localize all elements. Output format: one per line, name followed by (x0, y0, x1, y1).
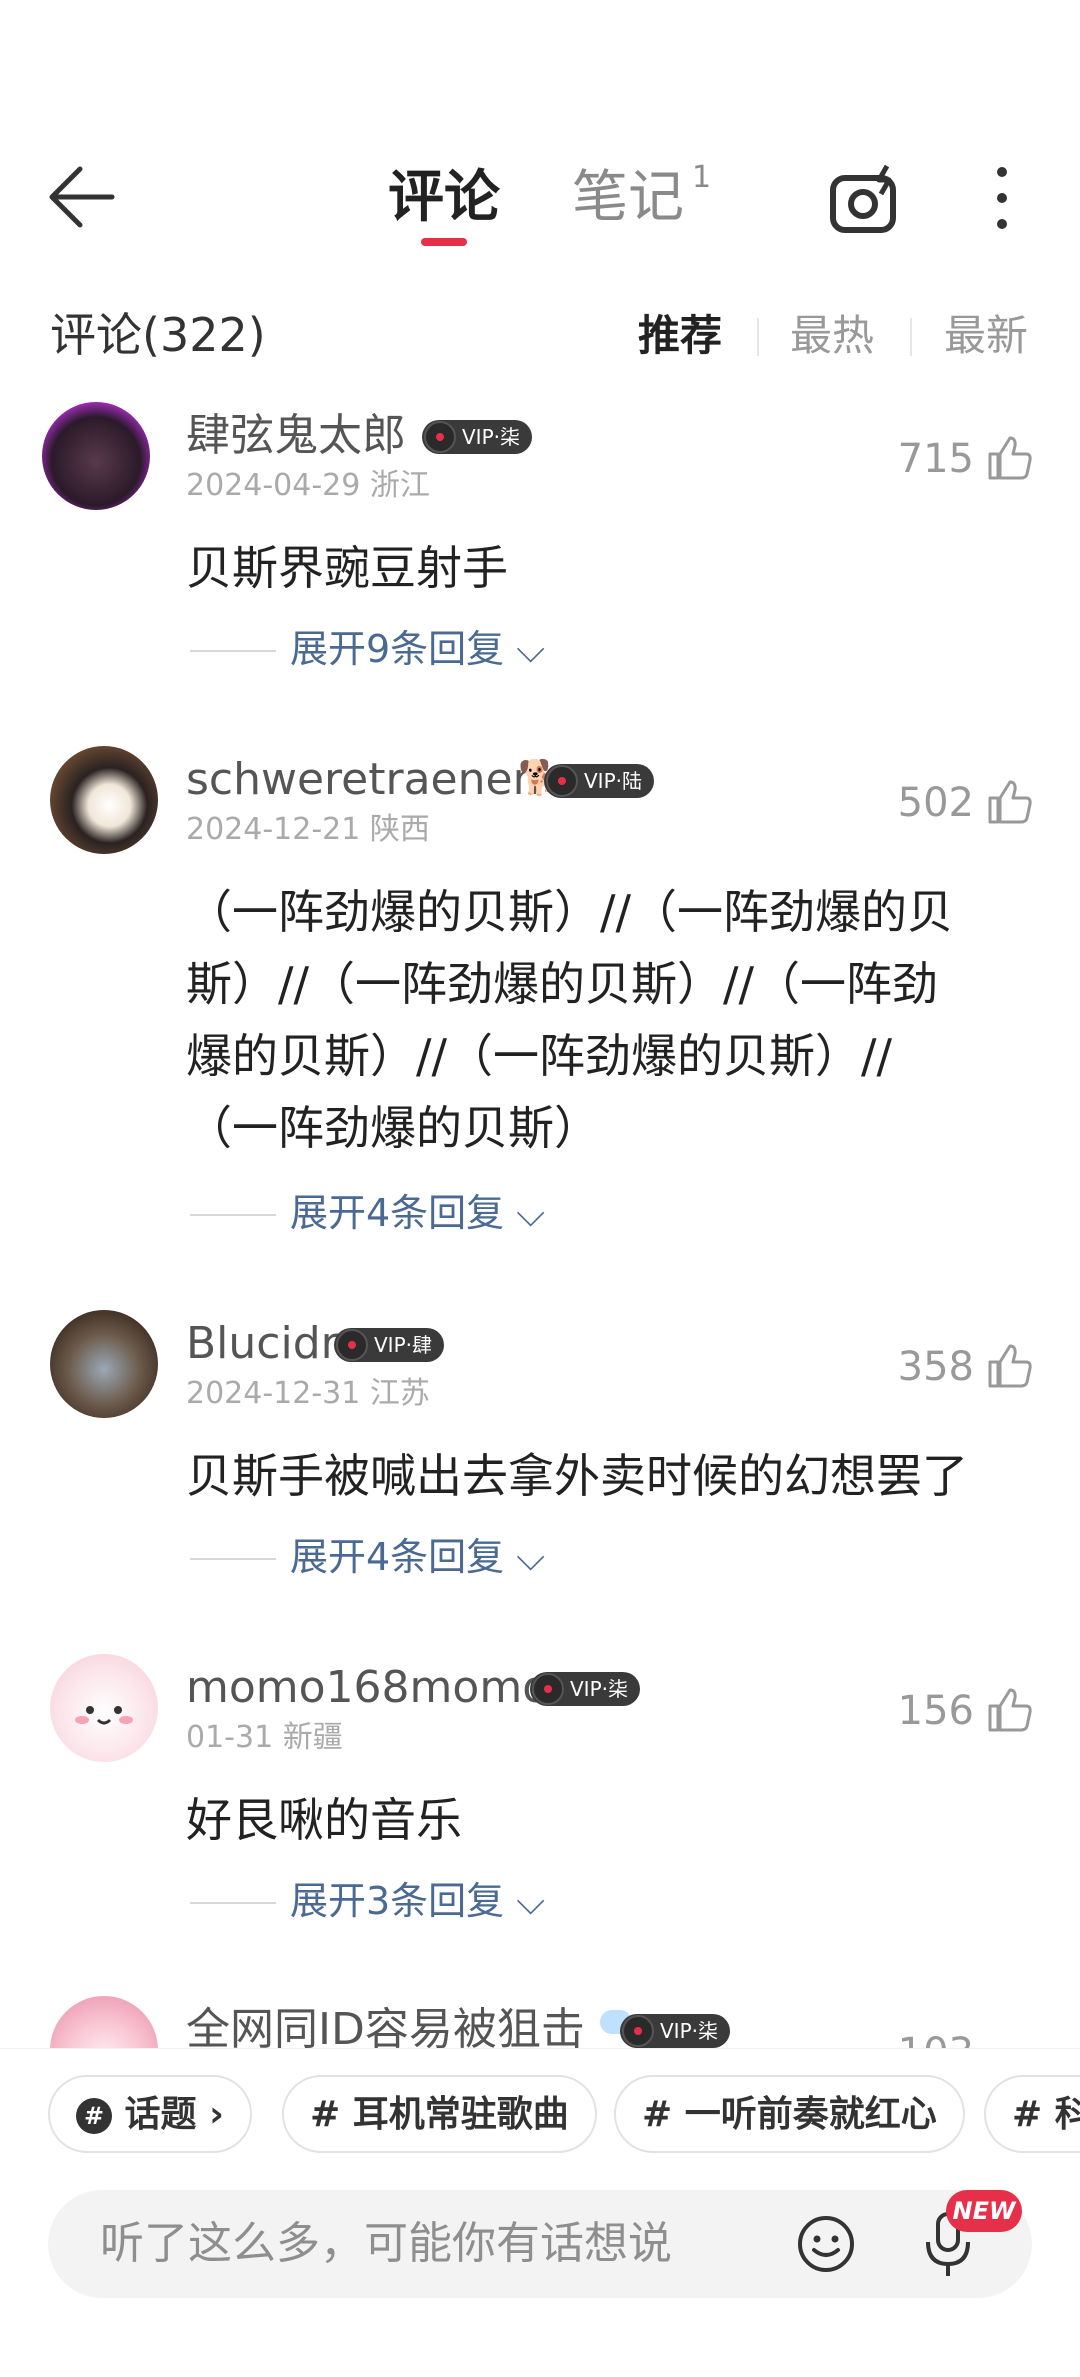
camera-icon (830, 164, 896, 233)
arrow-left-icon (49, 166, 115, 228)
comment-input-placeholder: 听了这么多，可能你有话想说 (100, 2218, 672, 2269)
comment-text: 爆的贝斯）//（一阵劲爆的贝斯）// (186, 1029, 892, 1083)
comment-text: （一阵劲爆的贝斯）//（一阵劲爆的贝 (186, 885, 953, 939)
comment-text: 贝斯界豌豆射手 (186, 541, 508, 595)
username[interactable]: momo168momo (186, 1660, 549, 1716)
comment-count: 评论(322) (50, 308, 266, 362)
tab-comments[interactable]: 评论 (388, 160, 500, 235)
sort-divider (910, 318, 912, 356)
sort-divider (757, 318, 759, 356)
expand-replies-button[interactable]: 展开4条回复 ⌵ (290, 1188, 545, 1238)
like-count: 156 (897, 1688, 974, 1734)
topic-button[interactable]: # 话题 › (48, 2075, 252, 2153)
like-count: 502 (897, 780, 974, 826)
expand-replies-button[interactable]: 展开3条回复 ⌵ (290, 1876, 545, 1926)
username[interactable]: Blucidr (186, 1316, 339, 1372)
avatar[interactable] (50, 1310, 158, 1418)
comment-text: 斯）//（一阵劲爆的贝斯）//（一阵劲 (186, 957, 938, 1011)
vip-badge: VIP·陆 (544, 764, 654, 798)
sort-hot[interactable]: 最热 (790, 308, 874, 364)
thumbs-up-icon[interactable] (986, 434, 1034, 482)
sort-recommended[interactable]: 推荐 (638, 308, 722, 364)
vip-badge: VIP·柒 (530, 1672, 640, 1706)
vinyl-disc-icon (532, 1673, 564, 1705)
sort-newest[interactable]: 最新 (944, 308, 1028, 364)
tab-notes[interactable]: 笔记 (572, 160, 684, 235)
expand-replies-button[interactable]: 展开9条回复 ⌵ (290, 624, 545, 674)
like-count: 715 (897, 436, 974, 482)
vinyl-disc-icon (546, 765, 578, 797)
back-button[interactable] (40, 160, 130, 235)
comment-text: 好艮啾的音乐 (186, 1793, 462, 1847)
vinyl-disc-icon (336, 1329, 368, 1361)
vinyl-disc-icon (622, 2015, 654, 2047)
topic-chip[interactable]: # 一听前奏就红心 (614, 2075, 965, 2153)
username[interactable]: schweretraenen (186, 752, 540, 808)
emoji-button[interactable] (796, 2214, 856, 2278)
active-tab-indicator (421, 238, 467, 246)
thumbs-up-icon[interactable] (986, 778, 1034, 826)
chevron-down-icon: ⌵ (504, 1535, 546, 1579)
comment-meta: 01-31 新疆 (186, 1720, 343, 1755)
camera-button[interactable] (825, 160, 905, 240)
hashtag-icon: # (76, 2098, 112, 2134)
topic-chip[interactable]: # 科 (984, 2075, 1080, 2153)
comment-text: （一阵劲爆的贝斯） (186, 1101, 600, 1155)
cartoon-face-icon (75, 1706, 133, 1725)
topic-chip[interactable]: # 耳机常驻歌曲 (282, 2075, 597, 2153)
notes-count-badge: 1 (692, 160, 712, 195)
divider-line (190, 1558, 276, 1560)
thumbs-up-icon[interactable] (986, 1686, 1034, 1734)
like-count: 358 (897, 1344, 974, 1390)
avatar[interactable] (50, 746, 158, 854)
avatar[interactable] (42, 402, 150, 510)
divider-line (190, 650, 276, 652)
comment-meta: 2024-12-21 陕西 (186, 812, 430, 847)
comment-meta: 2024-04-29 浙江 (186, 468, 430, 503)
thumbs-up-icon[interactable] (986, 1342, 1034, 1390)
comment-meta: 2024-12-31 江苏 (186, 1376, 430, 1411)
vinyl-disc-icon (424, 421, 456, 453)
chevron-right-icon: › (209, 2094, 224, 2135)
username[interactable]: 肆弦鬼太郎 (186, 408, 406, 464)
vip-badge: VIP·肆 (334, 1328, 444, 1362)
divider-line (190, 1214, 276, 1216)
vip-badge: VIP·柒 (422, 420, 532, 454)
chevron-down-icon: ⌵ (504, 1879, 546, 1923)
more-vertical-icon (997, 167, 1007, 229)
smiley-icon (798, 2216, 854, 2272)
divider-line (190, 1902, 276, 1904)
new-badge: NEW (946, 2190, 1022, 2232)
more-options-button[interactable] (980, 160, 1024, 240)
vip-badge: VIP·柒 (620, 2014, 730, 2048)
chevron-down-icon: ⌵ (504, 627, 546, 671)
avatar[interactable] (50, 1654, 158, 1762)
expand-replies-button[interactable]: 展开4条回复 ⌵ (290, 1532, 545, 1582)
chevron-down-icon: ⌵ (504, 1191, 546, 1235)
comment-text: 贝斯手被喊出去拿外卖时候的幻想罢了 (186, 1449, 968, 1503)
